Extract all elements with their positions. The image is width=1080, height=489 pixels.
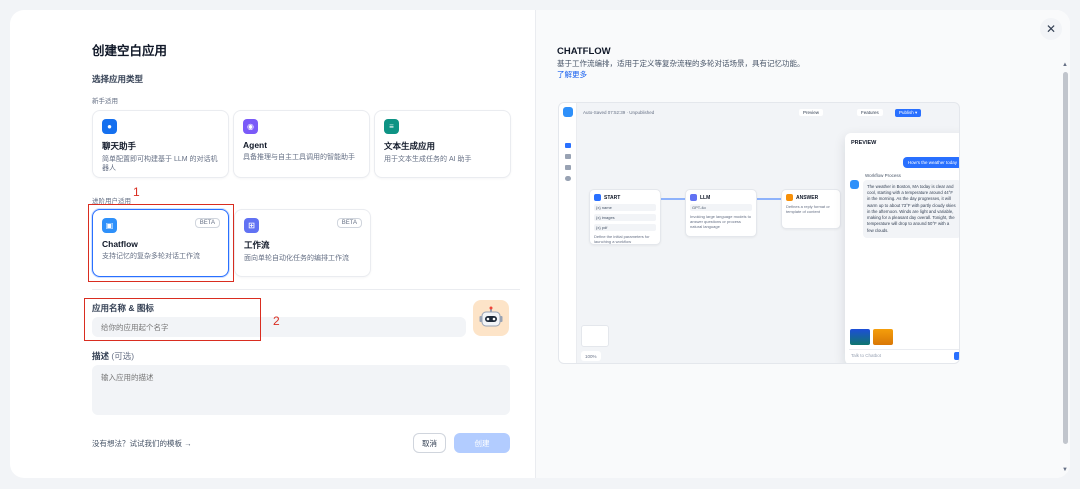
annotation-box-2: [84, 298, 261, 341]
left-pane: 创建空白应用 选择应用类型 新手适用 ● 聊天助手 简单配置即可构建基于 LLM…: [10, 10, 535, 478]
image-thumbnail: [850, 329, 870, 345]
card-desc: 用于文本生成任务的 AI 助手: [384, 156, 472, 163]
card-title: 工作流: [244, 240, 270, 250]
workflow-icon: ⊞: [244, 218, 259, 233]
preview-desc-text: 基于工作流编排，适用于定义等复杂流程的多轮对话场景，具有记忆功能。: [557, 59, 805, 68]
preview-desc: 基于工作流编排，适用于定义等复杂流程的多轮对话场景，具有记忆功能。 了解更多: [557, 59, 807, 81]
zoom-level: 100%: [585, 353, 597, 359]
app-icon-picker[interactable]: [473, 300, 509, 336]
card-title: Agent: [243, 140, 268, 150]
user-message: How's the weather today: [902, 157, 959, 168]
app-type-card-workflow[interactable]: BETA ⊞ 工作流 面向单轮自动化任务的编排工作流: [234, 209, 371, 277]
send-icon: [954, 352, 959, 360]
card-desc: 简单配置即可构建基于 LLM 的对话机器人: [102, 156, 218, 173]
annotation-number-2: 2: [273, 314, 280, 328]
preview-pane: CHATFLOW 基于工作流编排，适用于定义等复杂流程的多轮对话场景，具有记忆功…: [535, 10, 1070, 478]
bot-avatar-icon: [850, 180, 859, 189]
card-title: 聊天助手: [102, 141, 137, 151]
scrollbar-thumb[interactable]: [1063, 72, 1068, 444]
chatflow-preview-image: Auto-Saved 07:52:39 · Unpublished Previe…: [558, 102, 960, 364]
scroll-down-arrow-icon[interactable]: ▼: [1062, 467, 1068, 473]
try-templates-link[interactable]: 没有想法？试试我们的模板 →: [92, 438, 192, 449]
card-desc: 面向单轮自动化任务的编排工作流: [244, 255, 349, 262]
chat-input-placeholder: Talk to Chatbot: [851, 353, 882, 358]
minimap: [581, 325, 609, 347]
robot-icon: [479, 306, 503, 327]
app-type-card-text-generator[interactable]: ≡ 文本生成应用 用于文本生成任务的 AI 助手: [374, 110, 511, 178]
workflow-process-label: Workflow Process: [865, 173, 901, 178]
app-type-label: 选择应用类型: [92, 74, 144, 84]
bot-message: The weather in Boston, MA today is clear…: [863, 180, 959, 238]
cancel-button[interactable]: 取消: [413, 433, 446, 453]
create-app-modal: 创建空白应用 选择应用类型 新手适用 ● 聊天助手 简单配置即可构建基于 LLM…: [10, 10, 1070, 478]
app-type-card-chat-assistant[interactable]: ● 聊天助手 简单配置即可构建基于 LLM 的对话机器人: [92, 110, 229, 178]
agent-icon: ◉: [243, 119, 258, 134]
image-thumbnail: [873, 329, 893, 345]
divider: [92, 289, 520, 290]
beginner-label: 新手适用: [92, 98, 118, 105]
desc-label-text: 描述: [92, 351, 110, 361]
modal-title: 创建空白应用: [92, 44, 168, 58]
card-title: 文本生成应用: [384, 141, 436, 151]
annotation-box-1: [88, 204, 234, 282]
chat-bot-icon: ●: [102, 119, 117, 134]
card-desc: 具备推理与自主工具调用的智能助手: [243, 154, 355, 161]
desc-field-label: 描述 (可选): [92, 350, 134, 362]
text-generation-icon: ≡: [384, 119, 399, 134]
mock-chat-input: Talk to Chatbot: [849, 349, 959, 361]
chat-panel-title: PREVIEW: [851, 140, 877, 146]
preview-title: CHATFLOW: [557, 46, 611, 57]
zoom-toolbar: 100%: [581, 351, 601, 361]
mock-chat-preview-panel: PREVIEW How's the weather today Workflow…: [845, 133, 959, 363]
app-description-input[interactable]: [92, 365, 510, 415]
annotation-number-1: 1: [133, 185, 140, 199]
close-icon[interactable]: ✕: [1040, 18, 1062, 40]
beta-badge: BETA: [336, 218, 362, 228]
desc-optional-text: (可选): [111, 351, 135, 361]
scroll-up-arrow-icon[interactable]: ▲: [1062, 62, 1068, 68]
app-type-card-agent[interactable]: ◉ Agent 具备推理与自主工具调用的智能助手: [233, 110, 370, 178]
create-button[interactable]: 创建: [454, 433, 510, 453]
learn-more-link[interactable]: 了解更多: [557, 70, 587, 79]
